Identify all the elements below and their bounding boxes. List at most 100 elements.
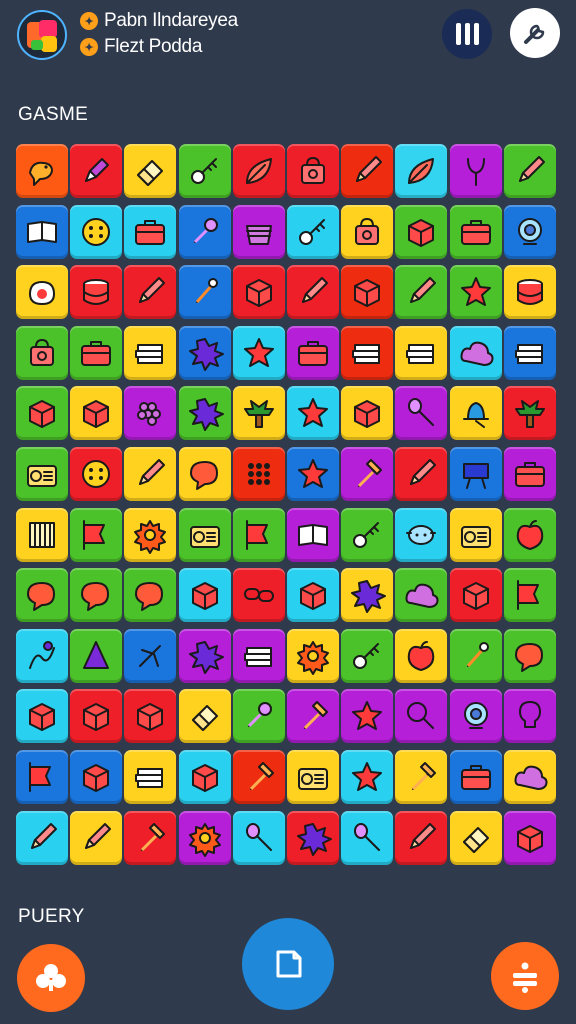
tile-book[interactable] bbox=[16, 204, 68, 259]
tile-gear[interactable] bbox=[124, 507, 177, 562]
tile-case[interactable] bbox=[449, 750, 502, 804]
tile-spoon[interactable] bbox=[232, 810, 285, 865]
tile-pencil[interactable] bbox=[16, 810, 68, 865]
tile-radio[interactable] bbox=[449, 507, 502, 562]
tile-cloud[interactable] bbox=[449, 325, 502, 380]
tile-cloud[interactable] bbox=[503, 750, 556, 804]
tile-pen[interactable] bbox=[70, 144, 123, 198]
tile-button[interactable] bbox=[70, 447, 123, 501]
tile-radio[interactable] bbox=[287, 750, 339, 804]
tile-case[interactable] bbox=[503, 447, 556, 501]
tile-chat[interactable] bbox=[124, 568, 177, 623]
tile-search[interactable] bbox=[395, 689, 448, 744]
tile-leaf[interactable] bbox=[395, 144, 448, 198]
tile-books[interactable] bbox=[503, 325, 556, 380]
tile-flag[interactable] bbox=[16, 750, 68, 804]
tile-spoon[interactable] bbox=[395, 386, 448, 441]
tile-star[interactable] bbox=[449, 265, 502, 320]
tile-leaf[interactable] bbox=[232, 144, 285, 198]
tile-eraser[interactable] bbox=[449, 810, 502, 865]
tile-splat[interactable] bbox=[287, 810, 339, 865]
tile-gear[interactable] bbox=[178, 810, 231, 865]
tile-bird[interactable] bbox=[16, 144, 68, 198]
tile-pin[interactable] bbox=[449, 628, 502, 683]
tile-hammer[interactable] bbox=[287, 689, 339, 744]
club-button[interactable] bbox=[17, 944, 85, 1012]
tile-pencil[interactable] bbox=[503, 144, 556, 198]
tile-tree[interactable] bbox=[232, 386, 285, 441]
tile-star[interactable] bbox=[341, 689, 394, 744]
tile-pencil[interactable] bbox=[341, 144, 394, 198]
tile-splat[interactable] bbox=[341, 568, 394, 623]
tile-tree[interactable] bbox=[503, 386, 556, 441]
tile-apple[interactable] bbox=[503, 507, 556, 562]
tile-eraser[interactable] bbox=[124, 144, 177, 198]
tile-key[interactable] bbox=[341, 507, 394, 562]
tile-hammer[interactable] bbox=[341, 447, 394, 501]
tile-bag[interactable] bbox=[341, 204, 394, 259]
tile-bell[interactable] bbox=[449, 386, 502, 441]
tile-star[interactable] bbox=[341, 750, 394, 804]
tile-box[interactable] bbox=[503, 810, 556, 865]
tile-radio[interactable] bbox=[16, 447, 68, 501]
divide-button[interactable] bbox=[491, 942, 559, 1010]
tile-flag[interactable] bbox=[232, 507, 285, 562]
tile-sign[interactable] bbox=[449, 447, 502, 501]
tile-box[interactable] bbox=[232, 265, 285, 320]
tile-pencil[interactable] bbox=[395, 447, 448, 501]
tile-slingshot[interactable] bbox=[449, 144, 502, 198]
tile-pencil[interactable] bbox=[395, 810, 448, 865]
tile-pencil[interactable] bbox=[124, 265, 177, 320]
tile-egg[interactable] bbox=[16, 265, 68, 320]
tile-basket[interactable] bbox=[232, 204, 285, 259]
tile-button[interactable] bbox=[70, 204, 123, 259]
tile-star[interactable] bbox=[287, 386, 339, 441]
tile-books[interactable] bbox=[124, 325, 177, 380]
tile-chat[interactable] bbox=[16, 568, 68, 623]
tile-bulb[interactable] bbox=[503, 689, 556, 744]
tile-apple[interactable] bbox=[395, 628, 448, 683]
tile-flag[interactable] bbox=[503, 568, 556, 623]
tile-link[interactable] bbox=[232, 568, 285, 623]
tile-star[interactable] bbox=[232, 325, 285, 380]
tile-case[interactable] bbox=[449, 204, 502, 259]
tile-cross[interactable] bbox=[124, 628, 177, 683]
tile-wrench[interactable] bbox=[178, 204, 231, 259]
tile-chat[interactable] bbox=[70, 568, 123, 623]
tile-stack[interactable] bbox=[503, 265, 556, 320]
tile-case[interactable] bbox=[70, 325, 123, 380]
tile-target[interactable] bbox=[449, 689, 502, 744]
tile-splat[interactable] bbox=[178, 325, 231, 380]
tile-box[interactable] bbox=[70, 386, 123, 441]
tile-box[interactable] bbox=[341, 386, 394, 441]
tile-pencil[interactable] bbox=[70, 810, 123, 865]
tile-box[interactable] bbox=[124, 689, 177, 744]
tile-radio[interactable] bbox=[178, 507, 231, 562]
tile-book[interactable] bbox=[287, 507, 339, 562]
tile-chat[interactable] bbox=[503, 628, 556, 683]
tile-cone[interactable] bbox=[70, 628, 123, 683]
tile-box[interactable] bbox=[70, 689, 123, 744]
tile-books[interactable] bbox=[341, 325, 394, 380]
tile-box[interactable] bbox=[16, 386, 68, 441]
tile-pencil[interactable] bbox=[287, 265, 339, 320]
tile-key[interactable] bbox=[178, 144, 231, 198]
tile-box[interactable] bbox=[70, 750, 123, 804]
tile-key[interactable] bbox=[287, 204, 339, 259]
tile-grapes[interactable] bbox=[124, 386, 177, 441]
tile-box[interactable] bbox=[178, 568, 231, 623]
tile-figure[interactable] bbox=[16, 628, 68, 683]
tile-pot[interactable] bbox=[395, 507, 448, 562]
tile-bag[interactable] bbox=[16, 325, 68, 380]
tile-hammer[interactable] bbox=[232, 750, 285, 804]
tile-key[interactable] bbox=[341, 628, 394, 683]
tile-box[interactable] bbox=[449, 568, 502, 623]
tile-box[interactable] bbox=[395, 204, 448, 259]
tile-box[interactable] bbox=[341, 265, 394, 320]
tile-box[interactable] bbox=[287, 568, 339, 623]
tile-cloud[interactable] bbox=[395, 568, 448, 623]
tile-bag[interactable] bbox=[287, 144, 339, 198]
tile-target[interactable] bbox=[503, 204, 556, 259]
tile-eraser[interactable] bbox=[178, 689, 231, 744]
tile-stack[interactable] bbox=[70, 265, 123, 320]
